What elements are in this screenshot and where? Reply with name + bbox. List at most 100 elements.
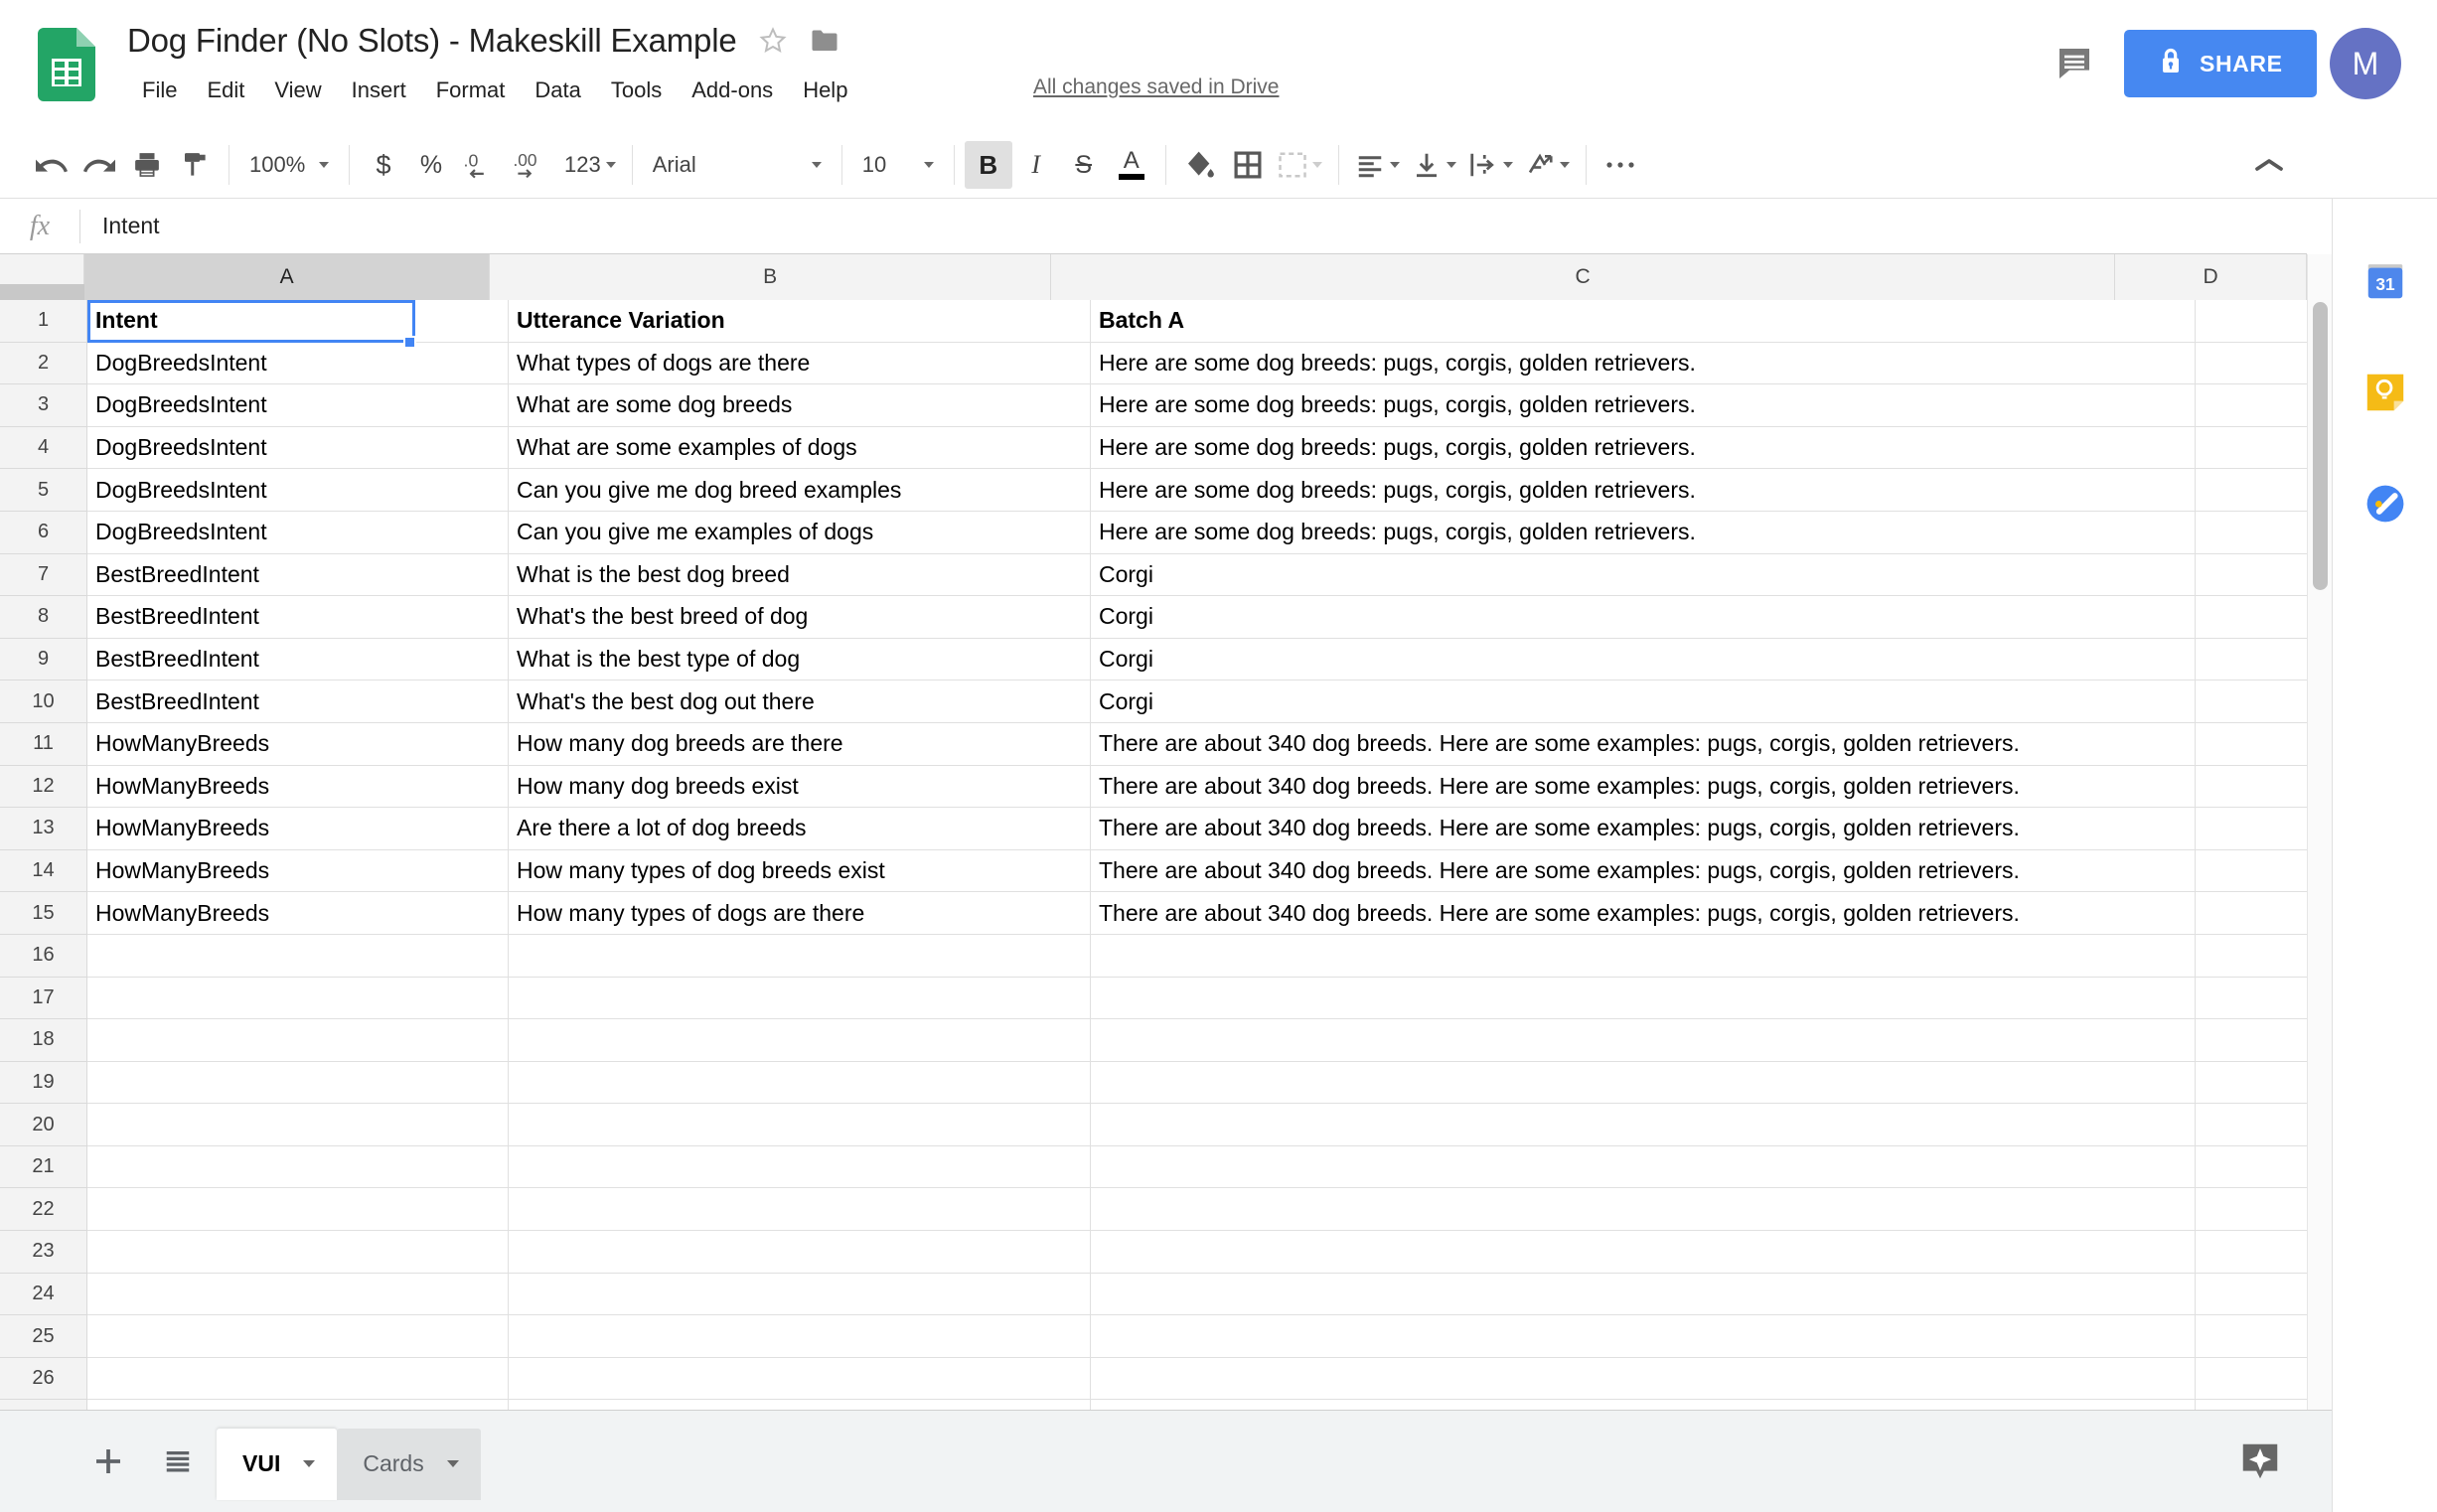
function-icon[interactable]: fx <box>0 211 79 242</box>
chevron-down-icon[interactable] <box>446 1460 459 1467</box>
share-button[interactable]: SHARE <box>2124 30 2317 97</box>
row-header[interactable]: 7 <box>0 553 87 597</box>
column-header-a[interactable]: A <box>83 254 491 300</box>
cell-D5[interactable] <box>2196 469 2307 512</box>
row-header[interactable]: 16 <box>0 934 87 978</box>
row-header[interactable]: 2 <box>0 342 87 385</box>
cell-A6[interactable]: DogBreedsIntent <box>87 511 509 554</box>
menu-tools[interactable]: Tools <box>596 72 677 109</box>
cell-B4[interactable]: What are some examples of dogs <box>509 426 1091 470</box>
zoom-selector[interactable]: 100% <box>239 141 339 189</box>
cell-C4[interactable]: Here are some dog breeds: pugs, corgis, … <box>1091 426 2196 470</box>
cell-B22[interactable] <box>509 1188 1091 1232</box>
cell-B7[interactable]: What is the best dog breed <box>509 553 1091 597</box>
paint-format-icon[interactable] <box>171 141 219 189</box>
cell-D18[interactable] <box>2196 1019 2307 1062</box>
merge-cells-icon[interactable] <box>1272 141 1328 189</box>
cell-C13[interactable]: There are about 340 dog breeds. Here are… <box>1091 808 2196 850</box>
bold-button[interactable]: B <box>964 141 1012 189</box>
cell-D6[interactable] <box>2196 511 2307 554</box>
row-header[interactable]: 26 <box>0 1357 87 1401</box>
decrease-decimal-button[interactable]: .0 <box>455 141 505 189</box>
cell-A19[interactable] <box>87 1061 509 1105</box>
row-header[interactable]: 21 <box>0 1145 87 1189</box>
fill-color-icon[interactable] <box>1176 141 1224 189</box>
cell-D9[interactable] <box>2196 638 2307 681</box>
cell-D10[interactable] <box>2196 680 2307 723</box>
row-header[interactable]: 23 <box>0 1231 87 1274</box>
select-all-corner[interactable] <box>0 254 87 300</box>
cell-D26[interactable] <box>2196 1357 2307 1401</box>
row-header[interactable]: 3 <box>0 384 87 427</box>
row-header[interactable]: 4 <box>0 426 87 470</box>
cell-A7[interactable]: BestBreedIntent <box>87 553 509 597</box>
cell-D21[interactable] <box>2196 1145 2307 1189</box>
cell-C24[interactable] <box>1091 1273 2196 1316</box>
row-header[interactable]: 5 <box>0 469 87 512</box>
fill-handle[interactable] <box>403 336 416 349</box>
row-header[interactable]: 25 <box>0 1315 87 1358</box>
menu-add-ons[interactable]: Add-ons <box>677 72 788 109</box>
more-options-icon[interactable] <box>1597 141 1644 189</box>
cell-B9[interactable]: What is the best type of dog <box>509 638 1091 681</box>
cell-A3[interactable]: DogBreedsIntent <box>87 384 509 427</box>
strikethrough-button[interactable]: S <box>1060 141 1108 189</box>
menu-format[interactable]: Format <box>421 72 521 109</box>
plus-icon[interactable] <box>77 1431 139 1492</box>
cell-C9[interactable]: Corgi <box>1091 638 2196 681</box>
cell-B6[interactable]: Can you give me examples of dogs <box>509 511 1091 554</box>
cell-D27[interactable] <box>2196 1400 2307 1410</box>
vertical-align-icon[interactable] <box>1406 141 1462 189</box>
cell-B16[interactable] <box>509 934 1091 978</box>
row-header[interactable]: 10 <box>0 680 87 723</box>
folder-icon[interactable] <box>810 28 839 54</box>
cell-D13[interactable] <box>2196 808 2307 850</box>
cell-A4[interactable]: DogBreedsIntent <box>87 426 509 470</box>
cell-C3[interactable]: Here are some dog breeds: pugs, corgis, … <box>1091 384 2196 427</box>
cell-B27[interactable] <box>509 1400 1091 1410</box>
all-sheets-icon[interactable] <box>147 1431 209 1492</box>
cell-A21[interactable] <box>87 1145 509 1189</box>
explore-star-icon[interactable] <box>2230 1432 2290 1491</box>
cell-B2[interactable]: What types of dogs are there <box>509 342 1091 385</box>
menu-data[interactable]: Data <box>520 72 595 109</box>
column-header-b[interactable]: B <box>490 254 1051 300</box>
google-calendar-icon[interactable]: 31 <box>2361 256 2410 306</box>
cell-C21[interactable] <box>1091 1145 2196 1189</box>
row-header[interactable]: 1 <box>0 300 87 343</box>
chevron-down-icon[interactable] <box>303 1460 316 1467</box>
column-header-d[interactable]: D <box>2115 254 2307 300</box>
cell-A11[interactable]: HowManyBreeds <box>87 722 509 766</box>
text-rotation-icon[interactable] <box>1519 141 1576 189</box>
cell-B25[interactable] <box>509 1315 1091 1358</box>
borders-icon[interactable] <box>1224 141 1272 189</box>
cell-A17[interactable] <box>87 977 509 1020</box>
cell-B24[interactable] <box>509 1273 1091 1316</box>
cell-B14[interactable]: How many types of dog breeds exist <box>509 849 1091 893</box>
redo-icon[interactable] <box>76 141 123 189</box>
increase-decimal-button[interactable]: .00 <box>505 141 558 189</box>
cell-C26[interactable] <box>1091 1357 2196 1401</box>
cell-A8[interactable]: BestBreedIntent <box>87 596 509 639</box>
cell-D19[interactable] <box>2196 1061 2307 1105</box>
row-header[interactable]: 6 <box>0 511 87 554</box>
google-keep-icon[interactable] <box>2361 368 2410 417</box>
cell-B8[interactable]: What's the best breed of dog <box>509 596 1091 639</box>
cell-A18[interactable] <box>87 1019 509 1062</box>
font-size-selector[interactable]: 10 <box>852 141 944 189</box>
menu-file[interactable]: File <box>127 72 192 109</box>
cell-D20[interactable] <box>2196 1104 2307 1146</box>
cell-C17[interactable] <box>1091 977 2196 1020</box>
cell-B23[interactable] <box>509 1231 1091 1274</box>
cell-D22[interactable] <box>2196 1188 2307 1232</box>
cell-C16[interactable] <box>1091 934 2196 978</box>
formula-input[interactable] <box>80 213 2307 239</box>
cell-C25[interactable] <box>1091 1315 2196 1358</box>
menu-help[interactable]: Help <box>788 72 862 109</box>
font-family-selector[interactable]: Arial <box>643 141 832 189</box>
row-header[interactable]: 27 <box>0 1400 87 1410</box>
cell-C11[interactable]: There are about 340 dog breeds. Here are… <box>1091 722 2196 766</box>
cell-B20[interactable] <box>509 1104 1091 1146</box>
row-header[interactable]: 24 <box>0 1273 87 1316</box>
cell-A25[interactable] <box>87 1315 509 1358</box>
